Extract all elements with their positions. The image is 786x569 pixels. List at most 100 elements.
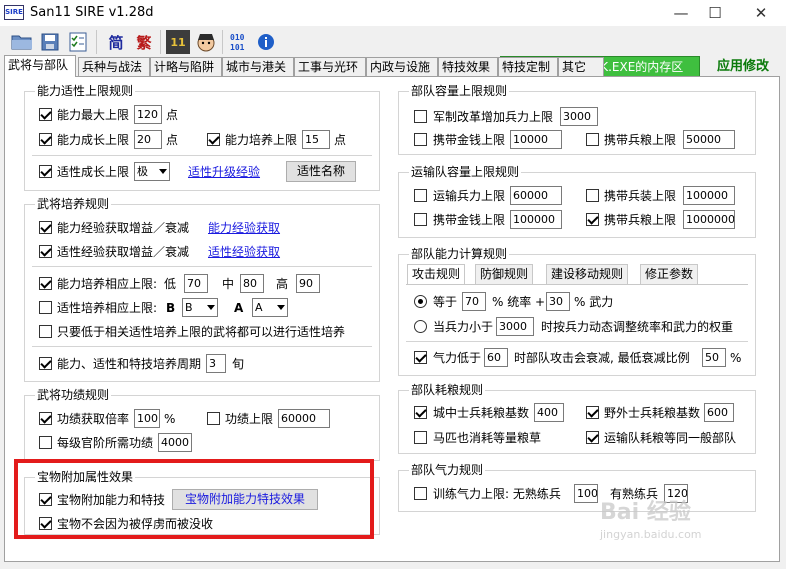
apt-name-button[interactable]: 适性名称 [286, 161, 356, 182]
only-below-checkbox[interactable] [39, 325, 52, 338]
city-food-checkbox[interactable] [414, 406, 427, 419]
san11-game-icon[interactable]: 11 [166, 30, 190, 54]
group-title: 部队容量上限规则 [409, 84, 510, 98]
transport-gold-input[interactable]: 100000 [510, 210, 562, 229]
training-morale-checkbox[interactable] [414, 487, 427, 500]
ability-exp-checkbox[interactable] [39, 221, 52, 234]
transport-food-checkbox[interactable] [586, 213, 599, 226]
leadership-pct-input[interactable]: 70 [462, 292, 486, 311]
tab-domestic-facilities[interactable]: 内政与设施 [366, 57, 438, 77]
unit-food-input[interactable]: 50000 [683, 130, 735, 149]
unit-gold-checkbox[interactable] [414, 133, 427, 146]
train-cycle-checkbox[interactable] [39, 357, 52, 370]
reform-checkbox[interactable] [414, 110, 427, 123]
tab-build-move-rules[interactable]: 建设移动规则 [546, 264, 628, 284]
apt-growth-select[interactable]: 极 [134, 162, 170, 181]
tab-defense-rules[interactable]: 防御规则 [475, 264, 533, 284]
troops-less-input[interactable]: 3000 [496, 317, 534, 336]
no-veteran-input[interactable]: 100 [574, 484, 598, 503]
field-food-checkbox[interactable] [586, 406, 599, 419]
tab-skill-effects[interactable]: 特技效果 [438, 57, 498, 77]
tab-troops-tactics[interactable]: 兵种与战法 [78, 57, 150, 77]
merit-limit-label: 功绩上限 [225, 412, 274, 426]
min-decay-input[interactable]: 50 [702, 348, 726, 367]
b-select[interactable]: B [182, 298, 218, 317]
only-below-label: 只要低于相关适性培养上限的武将都可以进行适性培养 [57, 325, 346, 339]
reform-input[interactable]: 3000 [560, 107, 598, 126]
high-input[interactable]: 90 [296, 274, 320, 293]
ability-max-input[interactable]: 120 [134, 105, 162, 124]
ability-growth-checkbox[interactable] [39, 133, 52, 146]
save-icon[interactable] [38, 30, 62, 54]
transport-gear-input[interactable]: 100000 [683, 186, 735, 205]
equals-radio[interactable] [414, 295, 427, 308]
mid-input[interactable]: 80 [240, 274, 264, 293]
tab-strategies-traps[interactable]: 计略与陷阱 [150, 57, 222, 77]
rank-merit-input[interactable]: 4000 [158, 433, 192, 452]
train-cycle-input[interactable]: 3 [206, 354, 226, 373]
apt-exp-checkbox[interactable] [39, 245, 52, 258]
ability-train-cap-checkbox[interactable] [39, 277, 52, 290]
apply-changes-button[interactable]: 应用修改 [706, 56, 780, 78]
ability-max-checkbox[interactable] [39, 108, 52, 121]
ability-exp-link[interactable]: 能力经验获取 [208, 220, 280, 236]
group-title: 武将培养规则 [35, 197, 112, 211]
horse-food-checkbox[interactable] [414, 431, 427, 444]
toolbar: 简 繁 11 010101 已打开SAN11PK.EXE的内存区 应用修改 [0, 26, 786, 78]
traditional-chinese-button[interactable]: 繁 [132, 30, 156, 54]
simplified-chinese-button[interactable]: 简 [104, 30, 128, 54]
info-icon[interactable] [254, 30, 278, 54]
maximize-button[interactable]: ☐ [700, 2, 730, 24]
tab-generals-units[interactable]: 武将与部队 [4, 55, 76, 77]
force-pct-input[interactable]: 30 [546, 292, 570, 311]
transport-food-same-label: 运输队耗粮等同一般部队 [604, 431, 737, 445]
checklist-icon[interactable] [66, 30, 90, 54]
hex-data-icon[interactable]: 010 101 [228, 30, 252, 54]
unit-label: 点 [166, 108, 179, 122]
transport-gear-checkbox[interactable] [586, 189, 599, 202]
open-folder-icon[interactable] [10, 30, 34, 54]
morale-below-checkbox[interactable] [414, 351, 427, 364]
transport-food-input[interactable]: 1000000 [683, 210, 735, 229]
city-food-input[interactable]: 400 [534, 403, 564, 422]
merit-rate-checkbox[interactable] [39, 412, 52, 425]
apt-growth-checkbox[interactable] [39, 165, 52, 178]
merit-limit-input[interactable]: 60000 [278, 409, 330, 428]
troops-less-radio[interactable] [414, 320, 427, 333]
close-button[interactable]: ✕ [746, 2, 776, 24]
tab-correction-params[interactable]: 修正参数 [640, 264, 698, 284]
transport-food-same-checkbox[interactable] [586, 431, 599, 444]
a-select[interactable]: A [252, 298, 288, 317]
tab-other[interactable]: 其它 [558, 57, 604, 77]
transport-gold-checkbox[interactable] [414, 213, 427, 226]
window-title: San11 SIRE v1.28d [30, 5, 154, 20]
unit-food-checkbox[interactable] [586, 133, 599, 146]
minimize-button[interactable]: — [666, 2, 696, 24]
ability-train-input[interactable]: 15 [302, 130, 330, 149]
tab-works-auras[interactable]: 工事与光环 [294, 57, 366, 77]
transport-troops-checkbox[interactable] [414, 189, 427, 202]
apt-exp-link[interactable]: 适性经验获取 [208, 244, 280, 260]
tab-cities-ports[interactable]: 城市与港关 [222, 57, 294, 77]
apt-upgrade-exp-link[interactable]: 适性升级经验 [188, 164, 260, 180]
morale-below-input[interactable]: 60 [484, 348, 508, 367]
tab-attack-rules[interactable]: 攻击规则 [407, 264, 465, 284]
low-input[interactable]: 70 [184, 274, 208, 293]
merit-limit-checkbox[interactable] [207, 412, 220, 425]
rank-merit-checkbox[interactable] [39, 436, 52, 449]
group-title: 运输队容量上限规则 [409, 165, 522, 179]
horse-food-label: 马匹也消耗等量粮草 [433, 431, 542, 445]
tab-skill-custom[interactable]: 特技定制 [498, 57, 558, 77]
ability-train-checkbox[interactable] [207, 133, 220, 146]
morale-below-label: 气力低于 [433, 351, 482, 365]
title-bar: SIRE San11 SIRE v1.28d — ☐ ✕ [0, 0, 786, 26]
apt-train-cap-checkbox[interactable] [39, 301, 52, 314]
general-portrait-icon[interactable] [194, 30, 218, 54]
merit-rate-label: 功绩获取倍率 [57, 412, 130, 426]
unit-gold-input[interactable]: 10000 [510, 130, 562, 149]
field-food-input[interactable]: 600 [704, 403, 734, 422]
ability-growth-input[interactable]: 20 [134, 130, 162, 149]
rank-merit-label: 每级官阶所需功绩 [57, 436, 154, 450]
transport-troops-input[interactable]: 60000 [510, 186, 562, 205]
merit-rate-input[interactable]: 100 [134, 409, 160, 428]
